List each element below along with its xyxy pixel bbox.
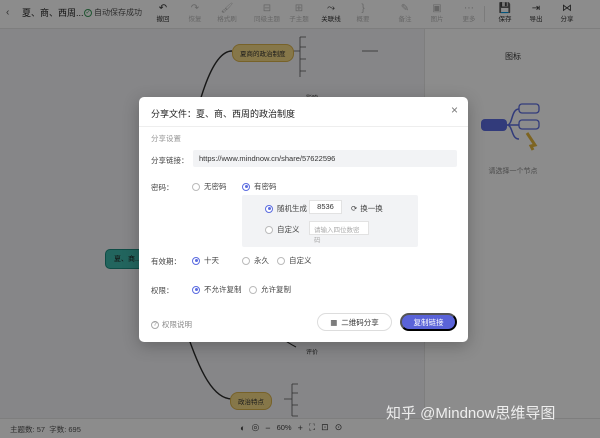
radio-dot <box>192 256 200 265</box>
radio-dot <box>242 256 250 265</box>
radio-dot <box>265 204 273 213</box>
validity-ten-days-radio[interactable]: 十天 <box>192 255 219 266</box>
refresh-password-button[interactable]: ⟳ 换一换 <box>351 203 383 214</box>
radio-dot <box>249 285 257 294</box>
share-dialog: 分享文件：夏、商、西周的政治制度 × 分享设置 分享链接： https://ww… <box>139 97 468 342</box>
custom-password-input[interactable]: 请输入四位数密码 <box>309 221 369 244</box>
random-password-radio[interactable]: 随机生成 <box>265 203 307 214</box>
dialog-header: 分享文件：夏、商、西周的政治制度 × <box>139 97 468 127</box>
permission-label: 权限： <box>151 286 174 295</box>
radio-dot <box>192 182 200 191</box>
radio-dot <box>242 182 250 191</box>
has-password-radio[interactable]: 有密码 <box>242 181 277 192</box>
permission-help-link[interactable]: ? 权限说明 <box>151 319 192 330</box>
validity-label: 有效期： <box>151 257 181 266</box>
no-password-radio[interactable]: 无密码 <box>192 181 227 192</box>
radio-dot <box>192 285 200 294</box>
qr-code-icon: ▦ <box>330 317 338 327</box>
share-link-field[interactable]: https://www.mindnow.cn/share/57622596 <box>193 150 457 167</box>
refresh-icon: ⟳ <box>351 204 358 213</box>
permission-allow-copy-radio[interactable]: 允许复制 <box>249 284 291 295</box>
validity-permanent-radio[interactable]: 永久 <box>242 255 269 266</box>
custom-password-radio[interactable]: 自定义 <box>265 224 300 235</box>
watermark: 知乎 @Mindnow思维导图 <box>386 405 556 422</box>
validity-custom-radio[interactable]: 自定义 <box>277 255 312 266</box>
permission-no-copy-radio[interactable]: 不允许复制 <box>192 284 242 295</box>
link-label: 分享链接： <box>151 156 189 165</box>
radio-dot <box>277 256 285 265</box>
radio-dot <box>265 225 273 234</box>
qr-share-button[interactable]: ▦ 二维码分享 <box>317 313 392 331</box>
dialog-title: 分享文件：夏、商、西周的政治制度 <box>151 109 296 119</box>
password-value[interactable]: 8536 <box>309 200 342 214</box>
copy-link-button[interactable]: 复制链接 <box>400 313 457 331</box>
password-label: 密码： <box>151 183 174 192</box>
question-icon: ? <box>151 320 159 329</box>
section-label: 分享设置 <box>151 134 181 143</box>
close-icon[interactable]: × <box>451 104 458 116</box>
